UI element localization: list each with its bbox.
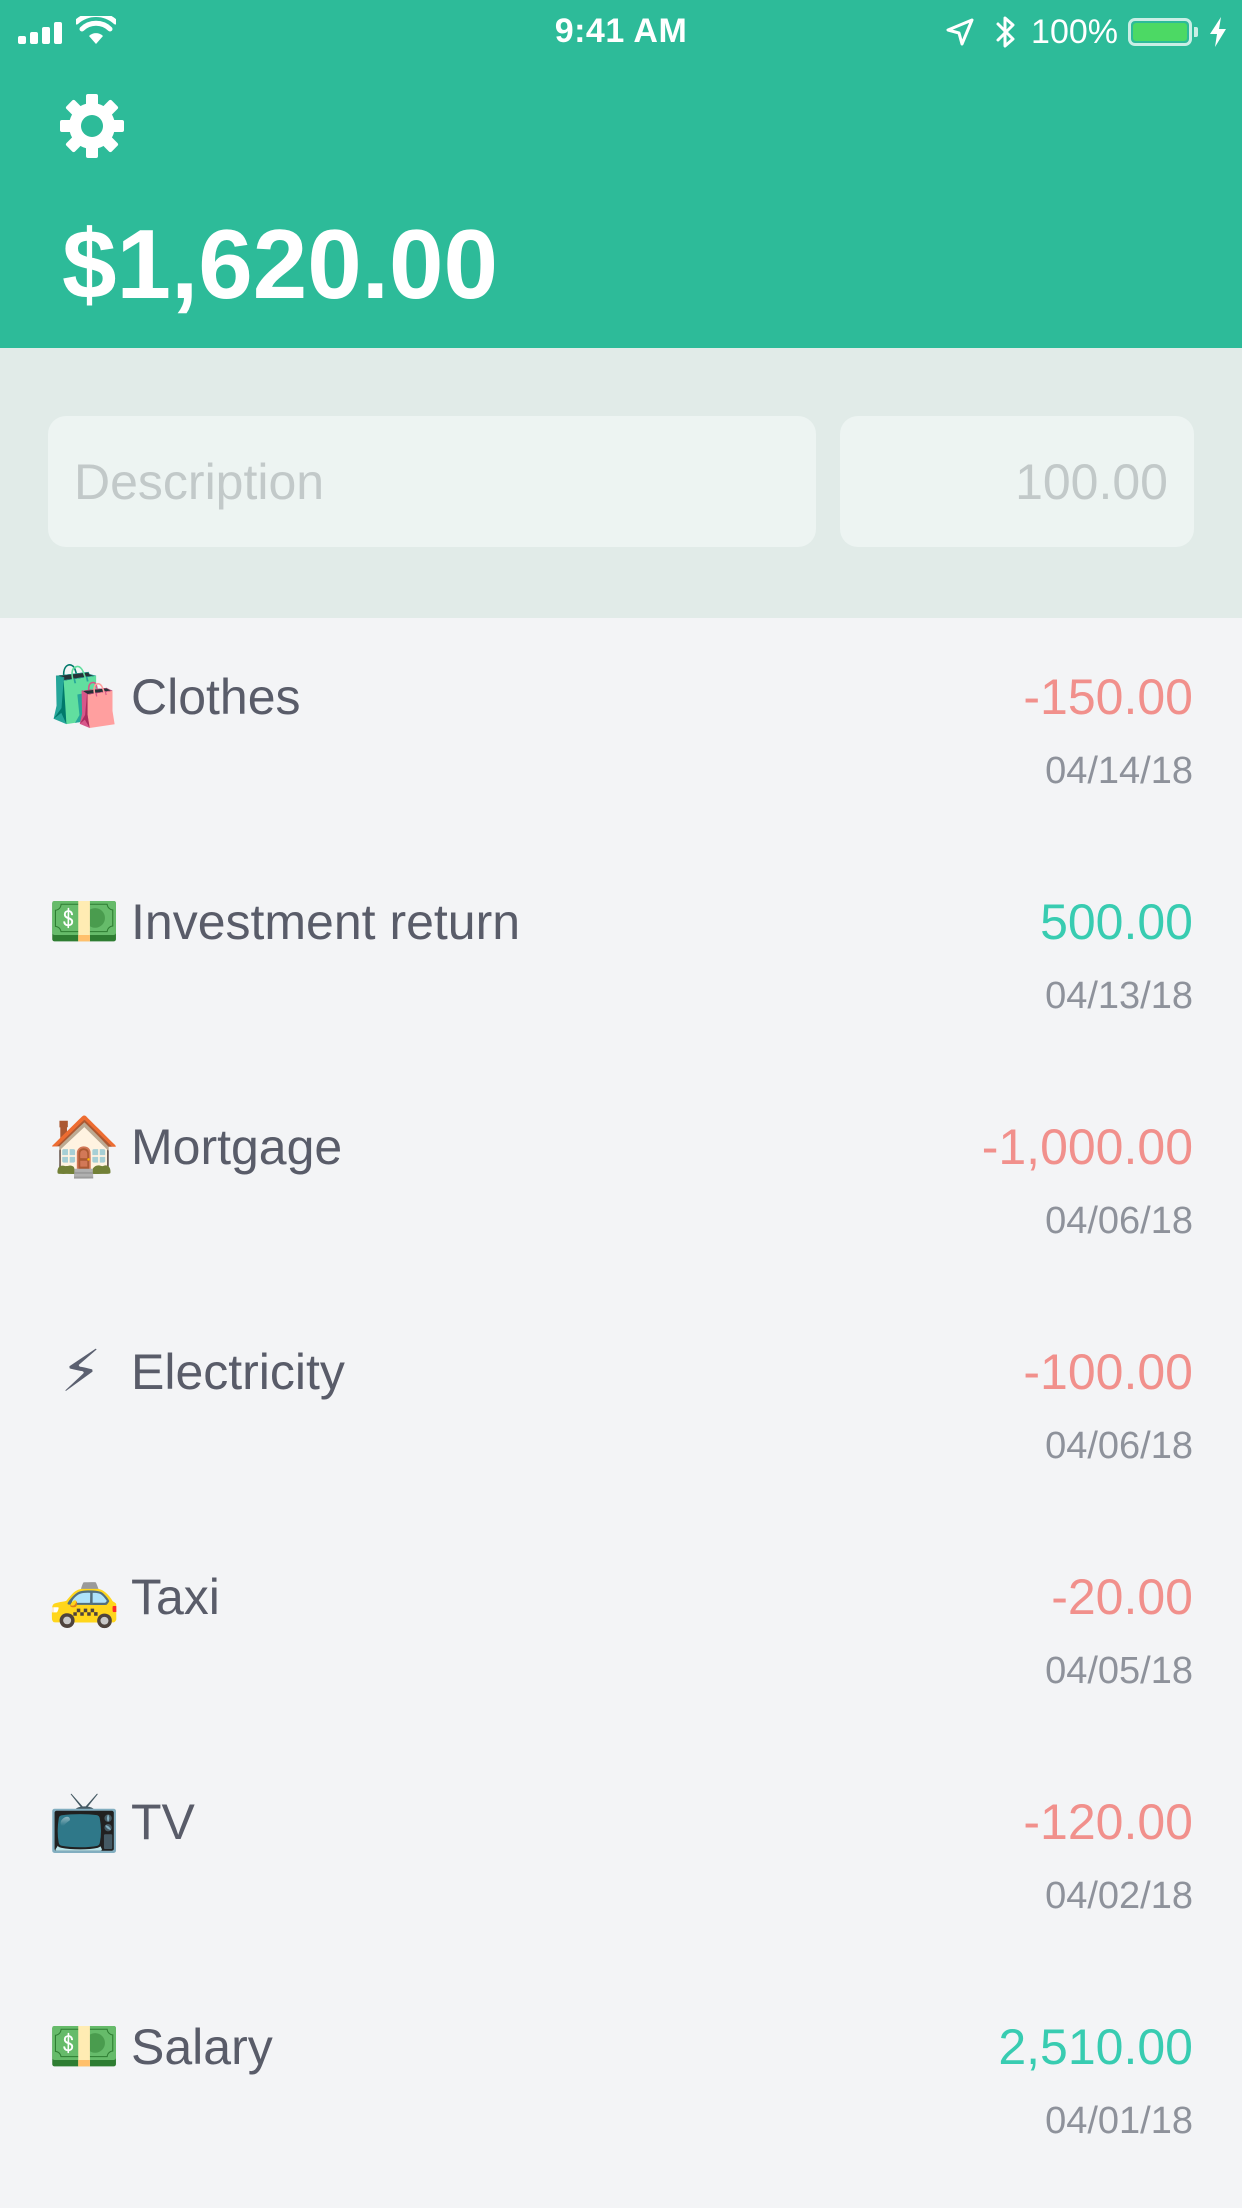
transaction-list: 🛍️ Clothes -150.00 04/14/18 💵 Investment retu… [0, 618, 1242, 2193]
transaction-description: Electricity [131, 1344, 345, 1400]
gear-icon[interactable] [56, 90, 128, 162]
transaction-amount: -120.00 [1023, 1794, 1193, 1850]
transaction-amount: 2,510.00 [998, 2019, 1193, 2075]
taxi-icon: 🚕 [48, 1562, 121, 1630]
dollar-banknote-icon: 💵 [48, 2012, 121, 2080]
transaction-row[interactable]: 💵 Investment return 500.00 04/13/18 [0, 843, 1242, 1068]
transaction-row[interactable]: 💵 Salary 2,510.00 04/01/18 [0, 1968, 1242, 2193]
transaction-description: Mortgage [131, 1119, 343, 1175]
balance-total: $1,620.00 [62, 209, 498, 319]
transaction-amount: -150.00 [1023, 669, 1193, 725]
description-input[interactable] [48, 416, 816, 547]
shopping-bags-icon: 🛍️ [48, 662, 121, 730]
transaction-description: Salary [131, 2019, 273, 2075]
new-transaction-form [0, 348, 1242, 618]
house-icon: 🏠 [48, 1112, 121, 1180]
transaction-amount: -20.00 [1051, 1569, 1193, 1625]
transaction-date: 04/05/18 [1045, 1650, 1193, 1692]
location-arrow-icon [946, 18, 974, 46]
transaction-amount: -1,000.00 [981, 1119, 1193, 1175]
transaction-description: Clothes [131, 669, 301, 725]
transaction-date: 04/14/18 [1045, 750, 1193, 792]
television-icon: 📺 [48, 1787, 121, 1855]
transaction-row[interactable]: 🛍️ Clothes -150.00 04/14/18 [0, 618, 1242, 843]
transaction-description: TV [131, 1794, 195, 1850]
transaction-row[interactable]: 🚕 Taxi -20.00 04/05/18 [0, 1518, 1242, 1743]
transaction-description: Investment return [131, 894, 521, 950]
amount-input[interactable] [840, 416, 1194, 547]
transaction-description: Taxi [131, 1569, 220, 1625]
transaction-date: 04/01/18 [1045, 2100, 1193, 2142]
transaction-date: 04/13/18 [1045, 975, 1193, 1017]
lightning-icon: ⚡ [60, 1337, 102, 1405]
transaction-amount: -100.00 [1023, 1344, 1193, 1400]
transaction-row[interactable]: ⚡ Electricity -100.00 04/06/18 [0, 1293, 1242, 1518]
status-bar: 9:41 AM 100% [0, 0, 1242, 62]
transaction-row[interactable]: 🏠 Mortgage -1,000.00 04/06/18 [0, 1068, 1242, 1293]
header: 9:41 AM 100% $1,620.00 [0, 0, 1242, 348]
bluetooth-icon [996, 16, 1015, 48]
status-indicators: 100% [945, 12, 1228, 52]
transaction-date: 04/06/18 [1045, 1200, 1193, 1242]
transaction-date: 04/06/18 [1045, 1425, 1193, 1467]
dollar-banknote-icon: 💵 [48, 887, 121, 955]
transaction-date: 04/02/18 [1045, 1875, 1193, 1917]
battery-icon [1128, 18, 1192, 46]
transaction-amount: 500.00 [1040, 894, 1193, 950]
charging-bolt-icon [1210, 17, 1226, 47]
battery-percent: 100% [1031, 12, 1118, 51]
transaction-row[interactable]: 📺 TV -120.00 04/02/18 [0, 1743, 1242, 1968]
